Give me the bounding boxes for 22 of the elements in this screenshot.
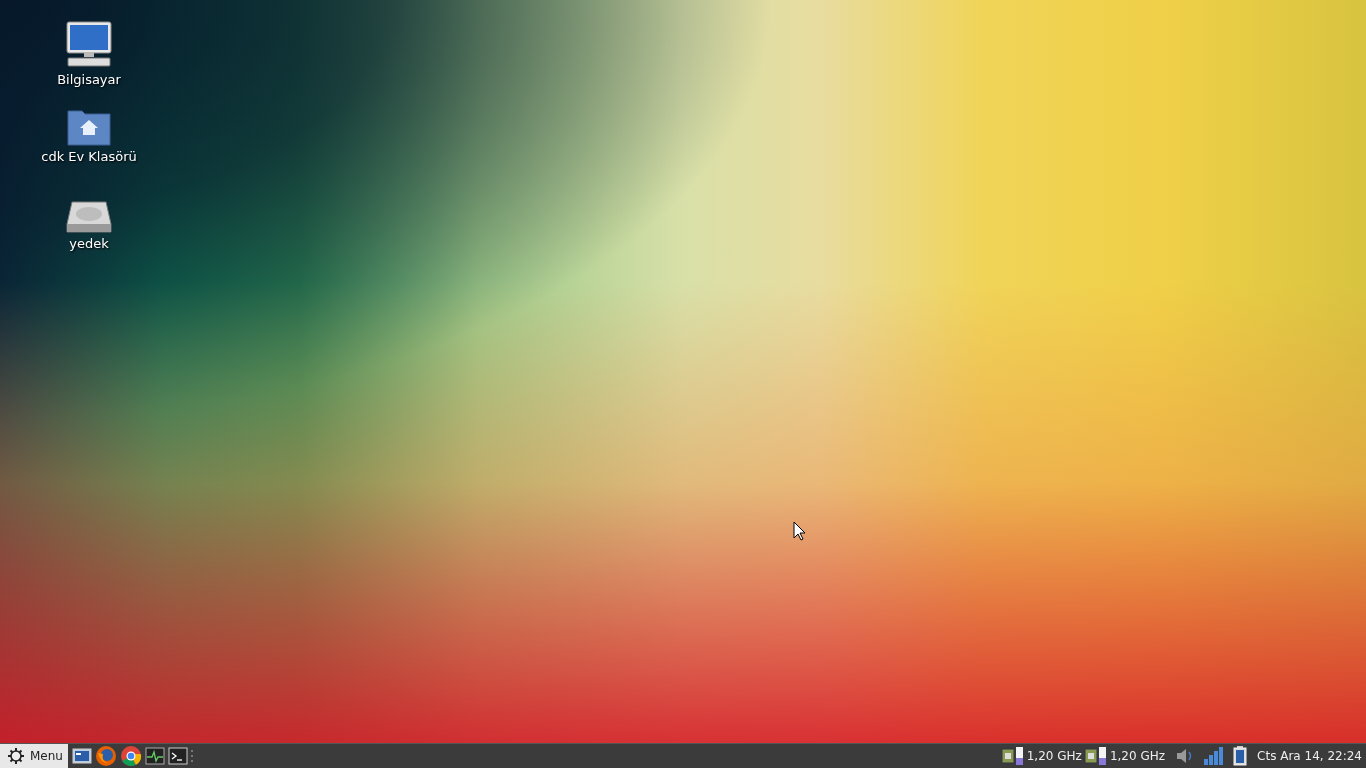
cpu-chip-icon xyxy=(1083,747,1098,765)
desktop-icon-label[interactable]: Bilgisayar xyxy=(57,72,121,87)
panel-handle-icon[interactable] xyxy=(190,750,194,762)
chrome-icon[interactable] xyxy=(119,745,142,767)
cpu-frequency: 1,20 GHz xyxy=(1109,749,1166,763)
system-monitor-icon[interactable] xyxy=(144,746,165,766)
signal-bars-icon[interactable] xyxy=(1203,747,1226,765)
firefox-icon[interactable] xyxy=(94,745,117,767)
show-desktop-icon[interactable] xyxy=(71,746,92,766)
gear-icon xyxy=(8,748,24,764)
desktop-icon-label[interactable]: yedek xyxy=(69,236,109,251)
battery-icon[interactable] xyxy=(1233,746,1248,766)
cpu-chip-icon xyxy=(1000,747,1015,765)
computer-icon[interactable] xyxy=(64,20,114,70)
home-folder-icon[interactable] xyxy=(65,107,113,147)
menu-button[interactable]: Menu xyxy=(0,744,68,768)
mouse-pointer-icon xyxy=(793,521,806,541)
cpu-frequency: 1,20 GHz xyxy=(1026,749,1082,763)
hard-drive-icon[interactable] xyxy=(66,200,112,234)
terminal-icon[interactable] xyxy=(167,746,188,766)
desktop-icon-label[interactable]: cdk Ev Klasörü xyxy=(41,149,137,164)
clock[interactable]: Cts Ara 14, 22:24 xyxy=(1257,749,1362,763)
